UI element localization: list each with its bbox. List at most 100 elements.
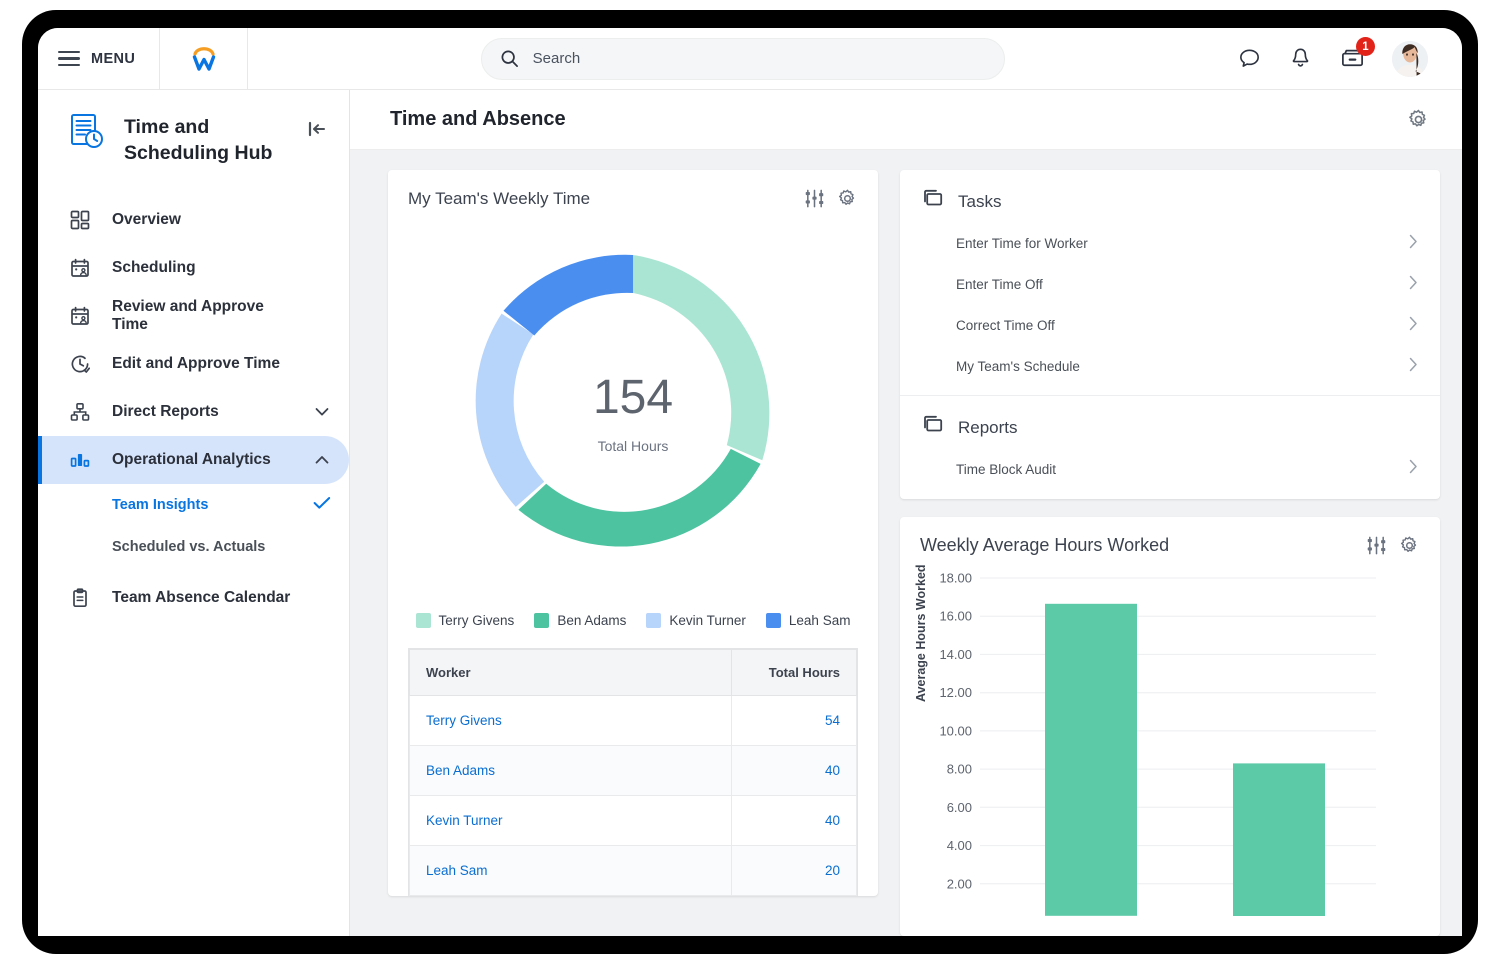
sidebar-subitem-label: Team Insights bbox=[112, 497, 209, 514]
sidebar-subitem-team-insights[interactable]: Team Insights bbox=[38, 484, 349, 526]
report-item-time-block-audit[interactable]: Time Block Audit bbox=[900, 449, 1440, 499]
donut-segment-leah-sam bbox=[503, 254, 633, 336]
global-header: MENU Search 1 bbox=[38, 28, 1462, 90]
sidebar-item-label: Overview bbox=[112, 211, 181, 229]
cell-worker: Kevin Turner bbox=[409, 795, 732, 846]
menu-button[interactable]: MENU bbox=[38, 28, 161, 90]
inbox-icon[interactable]: 1 bbox=[1339, 37, 1375, 71]
card-title: Weekly Average Hours Worked bbox=[920, 535, 1170, 555]
gear-icon[interactable] bbox=[837, 188, 858, 209]
clock-check-icon bbox=[68, 354, 92, 374]
reports-section-header: Reports bbox=[900, 396, 1440, 449]
legend-item-ben-adams[interactable]: Ben Adams bbox=[534, 613, 626, 628]
sidebar-item-label: Operational Analytics bbox=[112, 451, 271, 469]
worker-link[interactable]: Terry Givens bbox=[426, 713, 502, 728]
column-header-total-hours[interactable]: Total Hours bbox=[731, 649, 857, 696]
worker-link[interactable]: Kevin Turner bbox=[426, 813, 503, 828]
check-icon bbox=[313, 496, 331, 515]
sidebar-item-label: Direct Reports bbox=[112, 403, 219, 421]
card-title: My Team's Weekly Time bbox=[408, 188, 591, 208]
stacked-windows-icon bbox=[922, 188, 944, 215]
notifications-bell-icon[interactable] bbox=[1288, 46, 1313, 71]
app-body: Time and Scheduling Hub Overview Schedul… bbox=[38, 90, 1462, 936]
chevron-right-icon bbox=[1409, 459, 1418, 479]
card-tools bbox=[1366, 535, 1420, 556]
bar-2 bbox=[1233, 763, 1325, 916]
calendar-person-icon bbox=[68, 258, 92, 278]
cell-total-hours: 40 bbox=[731, 745, 857, 796]
sidebar-item-review-and-approve-time[interactable]: Review and Approve Time bbox=[38, 292, 349, 340]
sidebar-item-direct-reports[interactable]: Direct Reports bbox=[38, 388, 349, 436]
card-header: Weekly Average Hours Worked bbox=[900, 517, 1440, 562]
weekly-time-card: My Team's Weekly Time 154 Total Hours Te… bbox=[388, 170, 878, 896]
svg-text:14.00: 14.00 bbox=[939, 647, 972, 662]
sidebar-item-overview[interactable]: Overview bbox=[38, 196, 349, 244]
sliders-filter-icon[interactable] bbox=[1366, 535, 1387, 556]
y-axis-title: Average Hours Worked bbox=[914, 564, 928, 702]
bar-chart-icon bbox=[68, 450, 92, 470]
sidebar-item-label: Team Absence Calendar bbox=[112, 589, 291, 607]
gear-icon[interactable] bbox=[1407, 108, 1430, 131]
svg-text:12.00: 12.00 bbox=[939, 685, 972, 700]
inbox-badge-count: 1 bbox=[1356, 37, 1375, 56]
donut-chart: 154 Total Hours bbox=[388, 221, 878, 607]
legend-item-leah-sam[interactable]: Leah Sam bbox=[765, 613, 851, 628]
donut-svg bbox=[475, 254, 770, 547]
task-item-enter-time-off[interactable]: Enter Time Off bbox=[900, 264, 1440, 305]
collapse-panel-icon[interactable] bbox=[307, 112, 327, 143]
table-row: Leah Sam 20 bbox=[409, 845, 857, 896]
donut-legend: Terry Givens Ben Adams Kevin Turner Leah… bbox=[388, 607, 878, 648]
sidebar-item-operational-analytics[interactable]: Operational Analytics bbox=[38, 436, 349, 485]
cell-worker: Ben Adams bbox=[409, 745, 732, 796]
chat-icon[interactable] bbox=[1237, 46, 1262, 71]
chevron-down-icon[interactable] bbox=[313, 407, 331, 417]
legend-label: Kevin Turner bbox=[669, 613, 746, 628]
report-label: Time Block Audit bbox=[956, 461, 1057, 477]
legend-label: Terry Givens bbox=[438, 613, 515, 628]
bar-1 bbox=[1045, 603, 1137, 916]
donut-segment-ben-adams bbox=[518, 448, 761, 547]
legend-label: Leah Sam bbox=[788, 613, 851, 628]
sidebar-item-team-absence-calendar[interactable]: Team Absence Calendar bbox=[38, 574, 349, 622]
tasks-section-header: Tasks bbox=[900, 170, 1440, 223]
calendar-person-icon bbox=[68, 306, 92, 326]
chevron-right-icon bbox=[1409, 357, 1418, 377]
table-row: Kevin Turner 40 bbox=[409, 795, 857, 846]
sidebar-subitem-scheduled-vs-actuals[interactable]: Scheduled vs. Actuals bbox=[38, 526, 349, 568]
sidebar-item-scheduling[interactable]: Scheduling bbox=[38, 244, 349, 292]
task-label: Enter Time Off bbox=[956, 277, 1043, 292]
workday-logo[interactable] bbox=[160, 28, 249, 90]
worker-link[interactable]: Leah Sam bbox=[426, 863, 488, 878]
svg-text:4.00: 4.00 bbox=[947, 838, 972, 853]
sliders-filter-icon[interactable] bbox=[804, 188, 825, 209]
page-header: Time and Absence bbox=[350, 90, 1462, 150]
sidebar-item-edit-and-approve-time[interactable]: Edit and Approve Time bbox=[38, 340, 349, 388]
cell-worker: Terry Givens bbox=[409, 695, 732, 746]
search-input[interactable]: Search bbox=[480, 37, 1005, 80]
column-header-worker[interactable]: Worker bbox=[409, 649, 732, 696]
legend-item-kevin-turner[interactable]: Kevin Turner bbox=[646, 613, 746, 628]
task-item-enter-time-for-worker[interactable]: Enter Time for Worker bbox=[900, 223, 1440, 264]
gear-icon[interactable] bbox=[1399, 535, 1420, 556]
sidebar-item-label: Scheduling bbox=[112, 259, 196, 277]
sidebar: Time and Scheduling Hub Overview Schedul… bbox=[38, 90, 350, 936]
avatar[interactable] bbox=[1392, 40, 1428, 77]
weekly-average-hours-card: Weekly Average Hours Worked Average Hour… bbox=[900, 517, 1440, 936]
svg-text:6.00: 6.00 bbox=[947, 800, 972, 815]
chevron-up-icon[interactable] bbox=[313, 455, 331, 465]
legend-item-terry-givens[interactable]: Terry Givens bbox=[415, 613, 515, 628]
svg-text:2.00: 2.00 bbox=[947, 876, 972, 891]
page-title: Time and Absence bbox=[390, 108, 566, 130]
task-item-correct-time-off[interactable]: Correct Time Off bbox=[900, 305, 1440, 346]
sidebar-item-label: Review and Approve Time bbox=[112, 298, 264, 334]
main-content: Time and Absence My Team's Weekly Time 1… bbox=[350, 90, 1462, 936]
svg-text:16.00: 16.00 bbox=[939, 609, 972, 624]
hub-header: Time and Scheduling Hub bbox=[38, 112, 349, 166]
legend-swatch bbox=[534, 613, 550, 628]
time-scheduling-doc-clock-icon bbox=[68, 112, 106, 157]
bar-chart: Average Hours Worked 18.00 16.00 14.00 1… bbox=[900, 562, 1440, 916]
worker-link[interactable]: Ben Adams bbox=[426, 763, 495, 778]
chevron-right-icon bbox=[1409, 275, 1418, 295]
task-label: My Team's Schedule bbox=[956, 359, 1080, 374]
task-item-my-teams-schedule[interactable]: My Team's Schedule bbox=[900, 346, 1440, 387]
